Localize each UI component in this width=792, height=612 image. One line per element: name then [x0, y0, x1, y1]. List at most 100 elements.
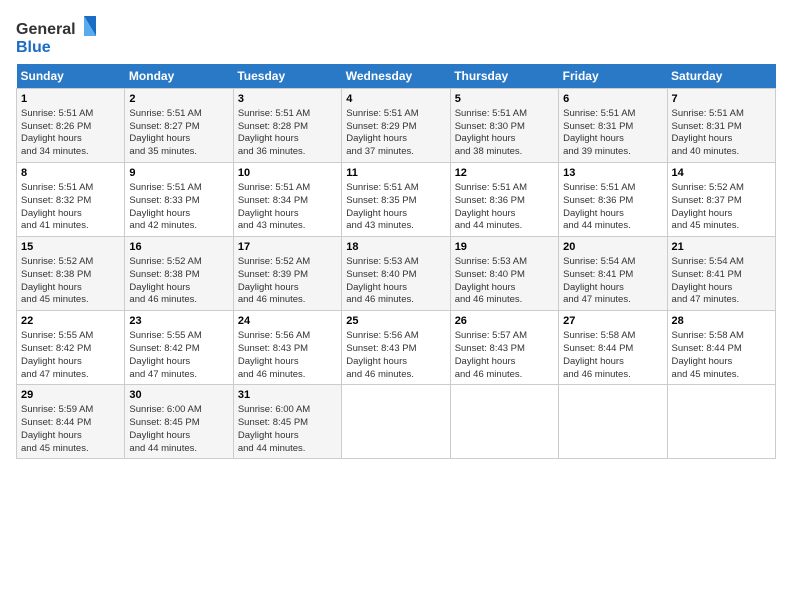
calendar-cell: 26Sunrise: 5:57 AMSunset: 8:43 PMDayligh… — [450, 311, 558, 385]
calendar-cell: 22Sunrise: 5:55 AMSunset: 8:42 PMDayligh… — [17, 311, 125, 385]
calendar-cell: 14Sunrise: 5:52 AMSunset: 8:37 PMDayligh… — [667, 163, 775, 237]
calendar-cell: 15Sunrise: 5:52 AMSunset: 8:38 PMDayligh… — [17, 237, 125, 311]
header: General Blue — [16, 10, 776, 58]
calendar-week-2: 8Sunrise: 5:51 AMSunset: 8:32 PMDaylight… — [17, 163, 776, 237]
weekday-header-saturday: Saturday — [667, 64, 775, 89]
day-info: Sunrise: 6:00 AMSunset: 8:45 PMDaylight … — [129, 404, 201, 453]
day-info: Sunrise: 5:59 AMSunset: 8:44 PMDaylight … — [21, 404, 93, 453]
day-number: 4 — [346, 92, 445, 107]
day-number: 19 — [455, 240, 554, 255]
day-info: Sunrise: 5:51 AMSunset: 8:30 PMDaylight … — [455, 108, 527, 157]
day-info: Sunrise: 5:55 AMSunset: 8:42 PMDaylight … — [129, 330, 201, 379]
weekday-header-sunday: Sunday — [17, 64, 125, 89]
day-info: Sunrise: 5:51 AMSunset: 8:36 PMDaylight … — [455, 182, 527, 231]
calendar-cell: 28Sunrise: 5:58 AMSunset: 8:44 PMDayligh… — [667, 311, 775, 385]
day-number: 5 — [455, 92, 554, 107]
calendar-cell: 12Sunrise: 5:51 AMSunset: 8:36 PMDayligh… — [450, 163, 558, 237]
calendar-cell: 18Sunrise: 5:53 AMSunset: 8:40 PMDayligh… — [342, 237, 450, 311]
day-info: Sunrise: 6:00 AMSunset: 8:45 PMDaylight … — [238, 404, 310, 453]
day-number: 21 — [672, 240, 771, 255]
calendar-cell: 31Sunrise: 6:00 AMSunset: 8:45 PMDayligh… — [233, 385, 341, 459]
day-number: 1 — [21, 92, 120, 107]
day-info: Sunrise: 5:56 AMSunset: 8:43 PMDaylight … — [346, 330, 418, 379]
calendar-cell: 27Sunrise: 5:58 AMSunset: 8:44 PMDayligh… — [559, 311, 667, 385]
day-info: Sunrise: 5:52 AMSunset: 8:38 PMDaylight … — [129, 256, 201, 305]
calendar-week-3: 15Sunrise: 5:52 AMSunset: 8:38 PMDayligh… — [17, 237, 776, 311]
svg-text:General: General — [16, 21, 76, 38]
day-number: 31 — [238, 388, 337, 403]
day-info: Sunrise: 5:52 AMSunset: 8:37 PMDaylight … — [672, 182, 744, 231]
day-info: Sunrise: 5:51 AMSunset: 8:34 PMDaylight … — [238, 182, 310, 231]
calendar-cell — [450, 385, 558, 459]
calendar-cell: 19Sunrise: 5:53 AMSunset: 8:40 PMDayligh… — [450, 237, 558, 311]
day-info: Sunrise: 5:52 AMSunset: 8:39 PMDaylight … — [238, 256, 310, 305]
calendar-cell: 3Sunrise: 5:51 AMSunset: 8:28 PMDaylight… — [233, 89, 341, 163]
day-info: Sunrise: 5:55 AMSunset: 8:42 PMDaylight … — [21, 330, 93, 379]
calendar-cell: 11Sunrise: 5:51 AMSunset: 8:35 PMDayligh… — [342, 163, 450, 237]
calendar-cell: 13Sunrise: 5:51 AMSunset: 8:36 PMDayligh… — [559, 163, 667, 237]
calendar-cell: 9Sunrise: 5:51 AMSunset: 8:33 PMDaylight… — [125, 163, 233, 237]
calendar-week-5: 29Sunrise: 5:59 AMSunset: 8:44 PMDayligh… — [17, 385, 776, 459]
day-number: 23 — [129, 314, 228, 329]
day-number: 17 — [238, 240, 337, 255]
calendar-cell — [342, 385, 450, 459]
calendar-cell: 2Sunrise: 5:51 AMSunset: 8:27 PMDaylight… — [125, 89, 233, 163]
calendar-cell: 25Sunrise: 5:56 AMSunset: 8:43 PMDayligh… — [342, 311, 450, 385]
day-number: 13 — [563, 166, 662, 181]
calendar-week-1: 1Sunrise: 5:51 AMSunset: 8:26 PMDaylight… — [17, 89, 776, 163]
day-info: Sunrise: 5:51 AMSunset: 8:33 PMDaylight … — [129, 182, 201, 231]
calendar-cell: 16Sunrise: 5:52 AMSunset: 8:38 PMDayligh… — [125, 237, 233, 311]
day-number: 10 — [238, 166, 337, 181]
calendar-header: SundayMondayTuesdayWednesdayThursdayFrid… — [17, 64, 776, 89]
day-number: 27 — [563, 314, 662, 329]
day-number: 15 — [21, 240, 120, 255]
day-number: 6 — [563, 92, 662, 107]
day-info: Sunrise: 5:51 AMSunset: 8:36 PMDaylight … — [563, 182, 635, 231]
calendar-cell: 30Sunrise: 6:00 AMSunset: 8:45 PMDayligh… — [125, 385, 233, 459]
day-number: 25 — [346, 314, 445, 329]
day-info: Sunrise: 5:51 AMSunset: 8:31 PMDaylight … — [672, 108, 744, 157]
day-info: Sunrise: 5:52 AMSunset: 8:38 PMDaylight … — [21, 256, 93, 305]
day-number: 3 — [238, 92, 337, 107]
calendar-cell: 21Sunrise: 5:54 AMSunset: 8:41 PMDayligh… — [667, 237, 775, 311]
calendar-cell — [667, 385, 775, 459]
day-info: Sunrise: 5:58 AMSunset: 8:44 PMDaylight … — [672, 330, 744, 379]
day-number: 18 — [346, 240, 445, 255]
day-info: Sunrise: 5:51 AMSunset: 8:29 PMDaylight … — [346, 108, 418, 157]
svg-text:Blue: Blue — [16, 39, 51, 56]
day-info: Sunrise: 5:51 AMSunset: 8:32 PMDaylight … — [21, 182, 93, 231]
day-info: Sunrise: 5:56 AMSunset: 8:43 PMDaylight … — [238, 330, 310, 379]
calendar-cell: 23Sunrise: 5:55 AMSunset: 8:42 PMDayligh… — [125, 311, 233, 385]
calendar-cell: 6Sunrise: 5:51 AMSunset: 8:31 PMDaylight… — [559, 89, 667, 163]
weekday-header-thursday: Thursday — [450, 64, 558, 89]
day-info: Sunrise: 5:51 AMSunset: 8:35 PMDaylight … — [346, 182, 418, 231]
calendar-table: SundayMondayTuesdayWednesdayThursdayFrid… — [16, 64, 776, 459]
day-number: 14 — [672, 166, 771, 181]
day-number: 28 — [672, 314, 771, 329]
weekday-header-monday: Monday — [125, 64, 233, 89]
calendar-cell: 17Sunrise: 5:52 AMSunset: 8:39 PMDayligh… — [233, 237, 341, 311]
day-info: Sunrise: 5:51 AMSunset: 8:27 PMDaylight … — [129, 108, 201, 157]
calendar-cell: 20Sunrise: 5:54 AMSunset: 8:41 PMDayligh… — [559, 237, 667, 311]
day-info: Sunrise: 5:51 AMSunset: 8:31 PMDaylight … — [563, 108, 635, 157]
day-number: 9 — [129, 166, 228, 181]
day-info: Sunrise: 5:58 AMSunset: 8:44 PMDaylight … — [563, 330, 635, 379]
day-number: 2 — [129, 92, 228, 107]
page: General Blue SundayMondayTuesdayWednesda… — [0, 0, 792, 612]
logo-icon: General Blue — [16, 14, 96, 58]
calendar-cell: 8Sunrise: 5:51 AMSunset: 8:32 PMDaylight… — [17, 163, 125, 237]
weekday-header-friday: Friday — [559, 64, 667, 89]
calendar-cell — [559, 385, 667, 459]
day-info: Sunrise: 5:57 AMSunset: 8:43 PMDaylight … — [455, 330, 527, 379]
calendar-cell: 4Sunrise: 5:51 AMSunset: 8:29 PMDaylight… — [342, 89, 450, 163]
day-number: 16 — [129, 240, 228, 255]
day-number: 7 — [672, 92, 771, 107]
day-info: Sunrise: 5:51 AMSunset: 8:26 PMDaylight … — [21, 108, 93, 157]
weekday-header-tuesday: Tuesday — [233, 64, 341, 89]
day-number: 22 — [21, 314, 120, 329]
calendar-cell: 1Sunrise: 5:51 AMSunset: 8:26 PMDaylight… — [17, 89, 125, 163]
day-number: 29 — [21, 388, 120, 403]
weekday-header-wednesday: Wednesday — [342, 64, 450, 89]
calendar-cell: 29Sunrise: 5:59 AMSunset: 8:44 PMDayligh… — [17, 385, 125, 459]
day-number: 12 — [455, 166, 554, 181]
